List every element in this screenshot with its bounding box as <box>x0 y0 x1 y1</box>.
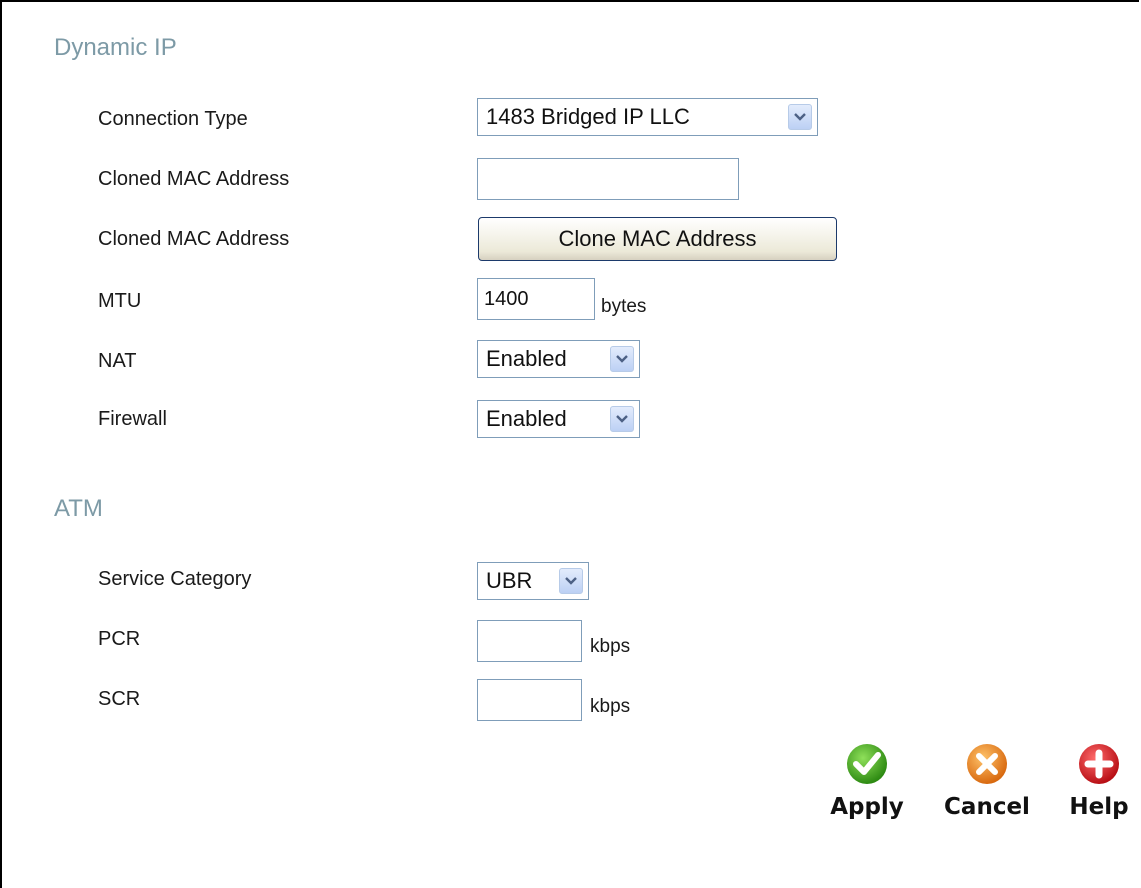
service-category-select[interactable]: UBR <box>477 562 589 600</box>
pcr-input[interactable] <box>477 620 582 662</box>
section-title-dynamic-ip: Dynamic IP <box>54 34 177 61</box>
cloned-mac-label: Cloned MAC Address <box>98 168 290 190</box>
connection-type-value: 1483 Bridged IP LLC <box>486 104 690 129</box>
mtu-input[interactable] <box>477 278 595 320</box>
nat-label: NAT <box>98 350 137 372</box>
chevron-down-icon <box>610 346 634 372</box>
x-icon <box>967 744 1007 784</box>
connection-type-select[interactable]: 1483 Bridged IP LLC <box>477 98 818 136</box>
cancel-label: Cancel <box>944 794 1030 820</box>
service-category-label: Service Category <box>98 568 252 590</box>
firewall-label: Firewall <box>98 408 167 430</box>
service-category-value: UBR <box>486 568 533 593</box>
firewall-value: Enabled <box>486 406 567 431</box>
clone-mac-row-label: Cloned MAC Address <box>98 228 290 250</box>
pcr-label: PCR <box>98 628 141 650</box>
check-icon <box>847 744 887 784</box>
help-label: Help <box>1069 794 1129 820</box>
apply-label: Apply <box>830 794 904 820</box>
mtu-unit: bytes <box>601 296 647 317</box>
section-title-atm: ATM <box>54 495 103 522</box>
connection-type-label: Connection Type <box>98 108 248 130</box>
chevron-down-icon <box>559 568 583 594</box>
cloned-mac-input[interactable] <box>477 158 739 200</box>
cancel-button[interactable]: Cancel <box>937 742 1037 820</box>
nat-select[interactable]: Enabled <box>477 340 640 378</box>
mtu-label: MTU <box>98 290 142 312</box>
pcr-unit: kbps <box>590 636 631 657</box>
clone-mac-button[interactable]: Clone MAC Address <box>478 217 837 261</box>
plus-icon <box>1079 744 1119 784</box>
firewall-select[interactable]: Enabled <box>477 400 640 438</box>
nat-value: Enabled <box>486 346 567 371</box>
scr-unit: kbps <box>590 696 631 717</box>
apply-button[interactable]: Apply <box>822 742 912 820</box>
chevron-down-icon <box>788 104 812 130</box>
help-button[interactable]: Help <box>1062 742 1136 820</box>
chevron-down-icon <box>610 406 634 432</box>
scr-input[interactable] <box>477 679 582 721</box>
scr-label: SCR <box>98 688 141 710</box>
